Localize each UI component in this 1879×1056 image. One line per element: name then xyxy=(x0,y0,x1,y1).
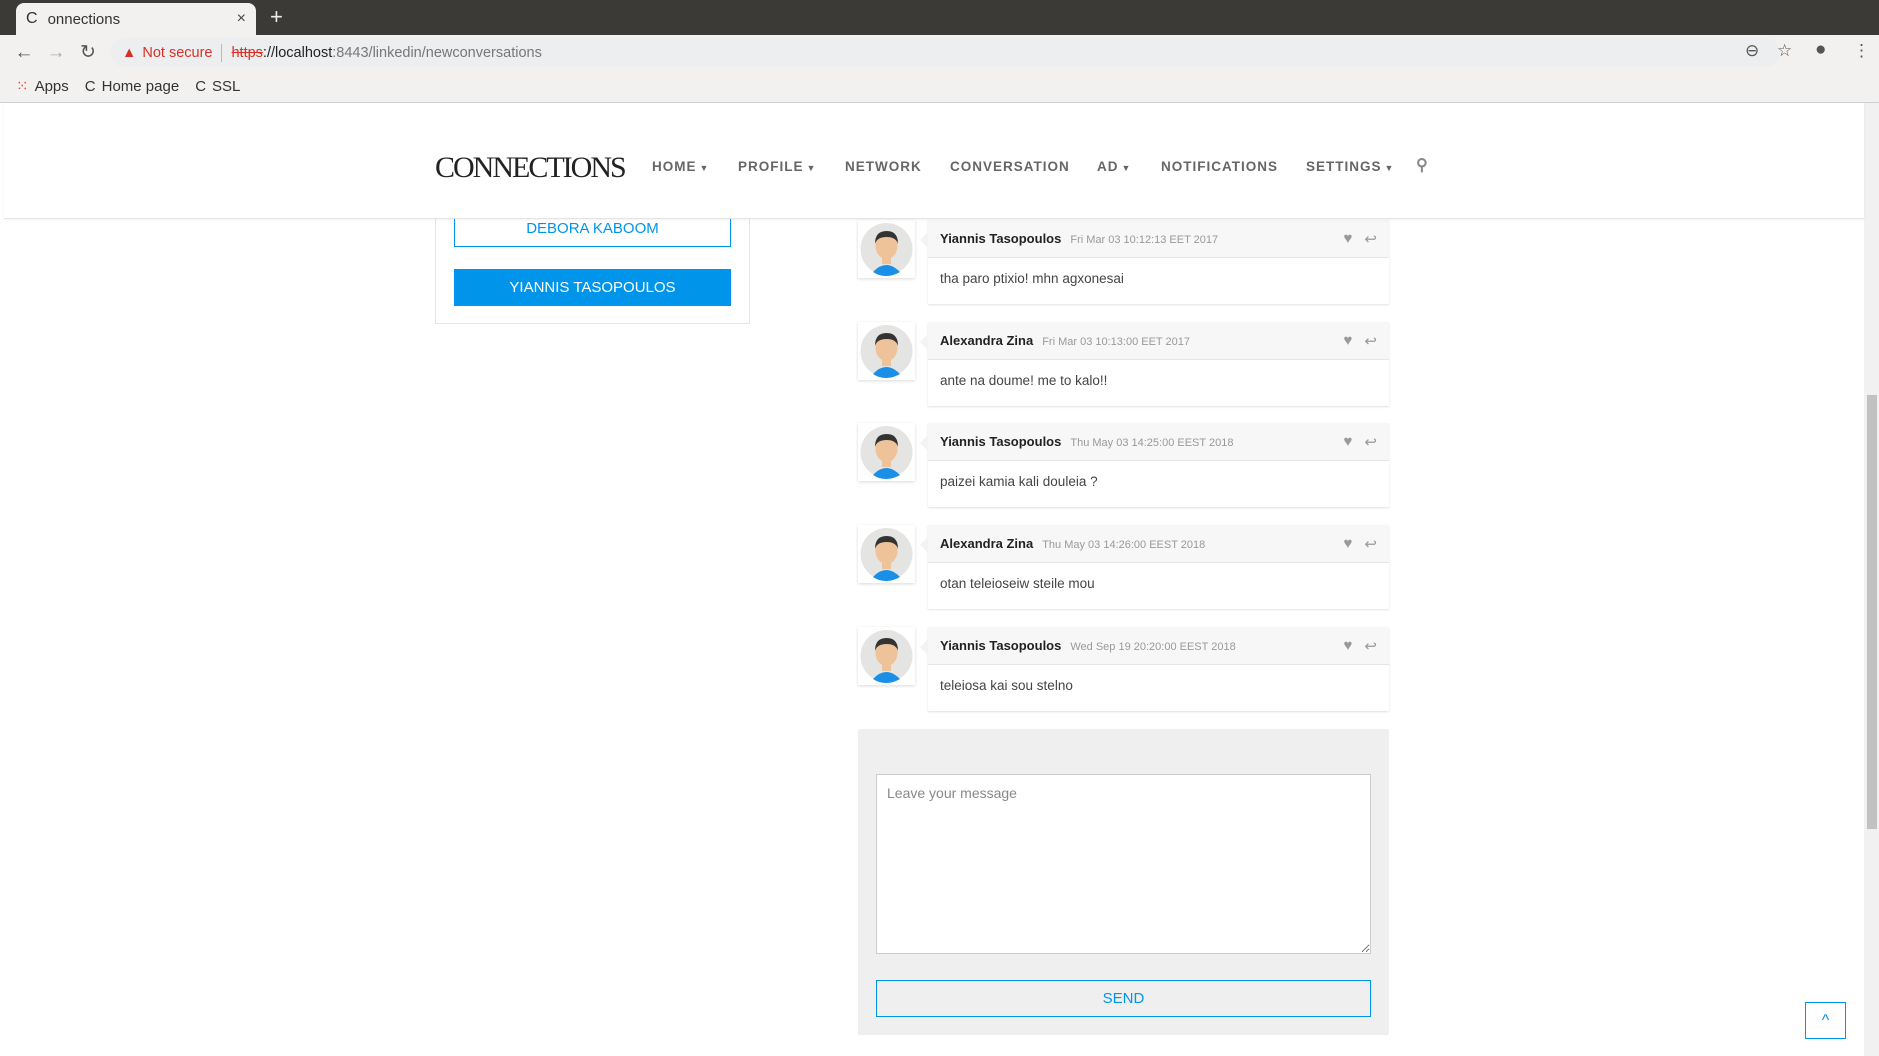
like-heart-icon[interactable]: ♥ xyxy=(1344,535,1353,553)
site-header: CONNECTIONS HOME ▼ PROFILE ▼ NETWORK CONVE… xyxy=(4,103,1864,219)
nav-settings[interactable]: SETTINGS ▼ xyxy=(1306,159,1394,174)
bookmark-label: SSL xyxy=(212,77,241,95)
site-logo[interactable]: CONNECTIONS xyxy=(435,151,627,185)
profile-icon[interactable]: ● xyxy=(1815,39,1826,61)
like-heart-icon[interactable]: ♥ xyxy=(1344,433,1353,451)
address-bar[interactable]: ▲ Not secure https://localhost:8443/link… xyxy=(110,38,1780,67)
back-to-top-button[interactable]: ^ xyxy=(1805,1002,1846,1039)
avatar xyxy=(858,423,915,481)
bookmark-ssl[interactable]: C SSL xyxy=(195,78,240,95)
contact-yiannis-tasopoulos[interactable]: YIANNIS TASOPOULOS xyxy=(454,269,731,306)
nav-conversation[interactable]: CONVERSATION xyxy=(950,159,1070,174)
message-header: Yiannis Tasopoulos Fri Mar 03 10:12:13 E… xyxy=(928,220,1389,258)
not-secure-label: Not secure xyxy=(142,44,213,61)
message-date: Wed Sep 19 20:20:00 EEST 2018 xyxy=(1070,641,1236,653)
bookmarks-bar: ⁙ Apps C Home page C SSL xyxy=(0,70,1879,103)
sender-name: Yiannis Tasopoulos xyxy=(940,434,1062,449)
sender-name: Alexandra Zina xyxy=(940,333,1034,348)
like-heart-icon[interactable]: ♥ xyxy=(1344,332,1353,350)
close-tab-icon[interactable]: × xyxy=(237,10,246,28)
nav-label: HOME xyxy=(652,159,697,174)
nav-label: AD xyxy=(1097,159,1119,174)
message-date: Fri Mar 03 10:12:13 EET 2017 xyxy=(1070,234,1219,246)
caret-down-icon: ▼ xyxy=(806,163,817,173)
avatar xyxy=(858,220,915,278)
message-input[interactable] xyxy=(876,774,1371,954)
nav-home[interactable]: HOME ▼ xyxy=(652,159,709,174)
message-header: Alexandra Zina Thu May 03 14:26:00 EEST … xyxy=(928,525,1389,563)
message-text: ante na doume! me to kalo!! xyxy=(940,373,1108,388)
nav-network[interactable]: NETWORK xyxy=(845,159,922,174)
url-path: :8443/linkedin/newconversations xyxy=(332,44,542,61)
bookmark-home-page[interactable]: C Home page xyxy=(85,78,179,95)
message-text: paizei kamia kali douleia ? xyxy=(940,474,1098,489)
new-tab-button[interactable]: + xyxy=(270,4,283,30)
reload-icon[interactable]: ↻ xyxy=(72,41,104,64)
message-bubble: Yiannis Tasopoulos Wed Sep 19 20:20:00 E… xyxy=(920,627,1389,711)
page-icon: C xyxy=(84,77,96,95)
message-bubble: Alexandra Zina Fri Mar 03 10:13:00 EET 2… xyxy=(920,322,1389,406)
nav-label: PROFILE xyxy=(738,159,804,174)
message-item: Alexandra Zina Thu May 03 14:26:00 EEST … xyxy=(858,525,1390,611)
sender-name: Alexandra Zina xyxy=(940,536,1034,551)
like-heart-icon[interactable]: ♥ xyxy=(1344,637,1353,655)
message-bubble: Alexandra Zina Thu May 03 14:26:00 EEST … xyxy=(920,525,1389,609)
message-text: teleiosa kai sou stelno xyxy=(940,678,1073,693)
message-form: SEND xyxy=(858,729,1389,1035)
page-loading-icon: C xyxy=(26,10,38,27)
nav-profile[interactable]: PROFILE ▼ xyxy=(738,159,816,174)
message-item: Yiannis Tasopoulos Fri Mar 03 10:12:13 E… xyxy=(858,220,1390,306)
message-bubble: Yiannis Tasopoulos Fri Mar 03 10:12:13 E… xyxy=(920,220,1389,304)
page-icon: C xyxy=(195,77,207,95)
message-date: Fri Mar 03 10:13:00 EET 2017 xyxy=(1042,336,1190,348)
message-item: Yiannis Tasopoulos Wed Sep 19 20:20:00 E… xyxy=(858,627,1390,713)
avatar xyxy=(858,322,915,380)
message-item: Yiannis Tasopoulos Thu May 03 14:25:00 E… xyxy=(858,423,1390,509)
message-header: Yiannis Tasopoulos Thu May 03 14:25:00 E… xyxy=(928,423,1389,461)
url-scheme: https xyxy=(231,44,263,61)
avatar xyxy=(858,627,915,685)
nav-ad[interactable]: AD ▼ xyxy=(1097,159,1131,174)
like-heart-icon[interactable]: ♥ xyxy=(1344,230,1353,248)
reply-icon[interactable]: ↩ xyxy=(1364,230,1377,248)
message-date: Thu May 03 14:25:00 EEST 2018 xyxy=(1070,437,1234,449)
menu-icon[interactable]: ⋮ xyxy=(1853,41,1870,61)
sender-name: Yiannis Tasopoulos xyxy=(940,231,1062,246)
bookmark-label: Apps xyxy=(34,78,69,95)
caret-down-icon: ▼ xyxy=(1121,163,1132,173)
reply-icon[interactable]: ↩ xyxy=(1364,535,1377,553)
caret-down-icon: ▼ xyxy=(699,163,710,173)
url-host: ://localhost xyxy=(262,44,333,61)
message-header: Alexandra Zina Fri Mar 03 10:13:00 EET 2… xyxy=(928,322,1389,360)
tab-title: onnections xyxy=(47,10,121,28)
message-date: Thu May 03 14:26:00 EEST 2018 xyxy=(1042,539,1206,551)
warning-icon: ▲ xyxy=(122,44,137,61)
reply-icon[interactable]: ↩ xyxy=(1364,433,1377,451)
bookmark-star-icon[interactable]: ☆ xyxy=(1777,41,1792,61)
apps-grid-icon: ⁙ xyxy=(16,78,29,95)
message-header: Yiannis Tasopoulos Wed Sep 19 20:20:00 E… xyxy=(928,627,1389,665)
avatar xyxy=(858,525,915,583)
scrollbar-thumb[interactable] xyxy=(1867,395,1877,829)
message-text: otan teleioseiw steile mou xyxy=(940,576,1095,591)
back-icon[interactable]: ← xyxy=(8,42,40,64)
forward-icon[interactable]: → xyxy=(40,42,72,64)
reply-icon[interactable]: ↩ xyxy=(1364,332,1377,350)
send-button[interactable]: SEND xyxy=(876,980,1371,1017)
message-text: tha paro ptixio! mhn agxonesai xyxy=(940,271,1124,286)
reply-icon[interactable]: ↩ xyxy=(1364,637,1377,655)
sender-name: Yiannis Tasopoulos xyxy=(940,638,1062,653)
divider xyxy=(221,43,223,62)
bookmark-label: Home page xyxy=(101,77,180,95)
bookmark-apps[interactable]: ⁙ Apps xyxy=(16,77,69,95)
zoom-icon[interactable]: ⊖ xyxy=(1745,41,1759,61)
browser-toolbar: ← → ↻ ▲ Not secure https://localhost:844… xyxy=(0,35,1879,70)
nav-label: SETTINGS xyxy=(1306,159,1382,174)
nav-notifications[interactable]: NOTIFICATIONS xyxy=(1161,159,1278,174)
browser-tab[interactable]: C onnections × xyxy=(16,3,256,35)
message-item: Alexandra Zina Fri Mar 03 10:13:00 EET 2… xyxy=(858,322,1390,408)
search-icon[interactable]: ⚲ xyxy=(1416,155,1429,175)
caret-down-icon: ▼ xyxy=(1384,163,1395,173)
message-bubble: Yiannis Tasopoulos Thu May 03 14:25:00 E… xyxy=(920,423,1389,507)
